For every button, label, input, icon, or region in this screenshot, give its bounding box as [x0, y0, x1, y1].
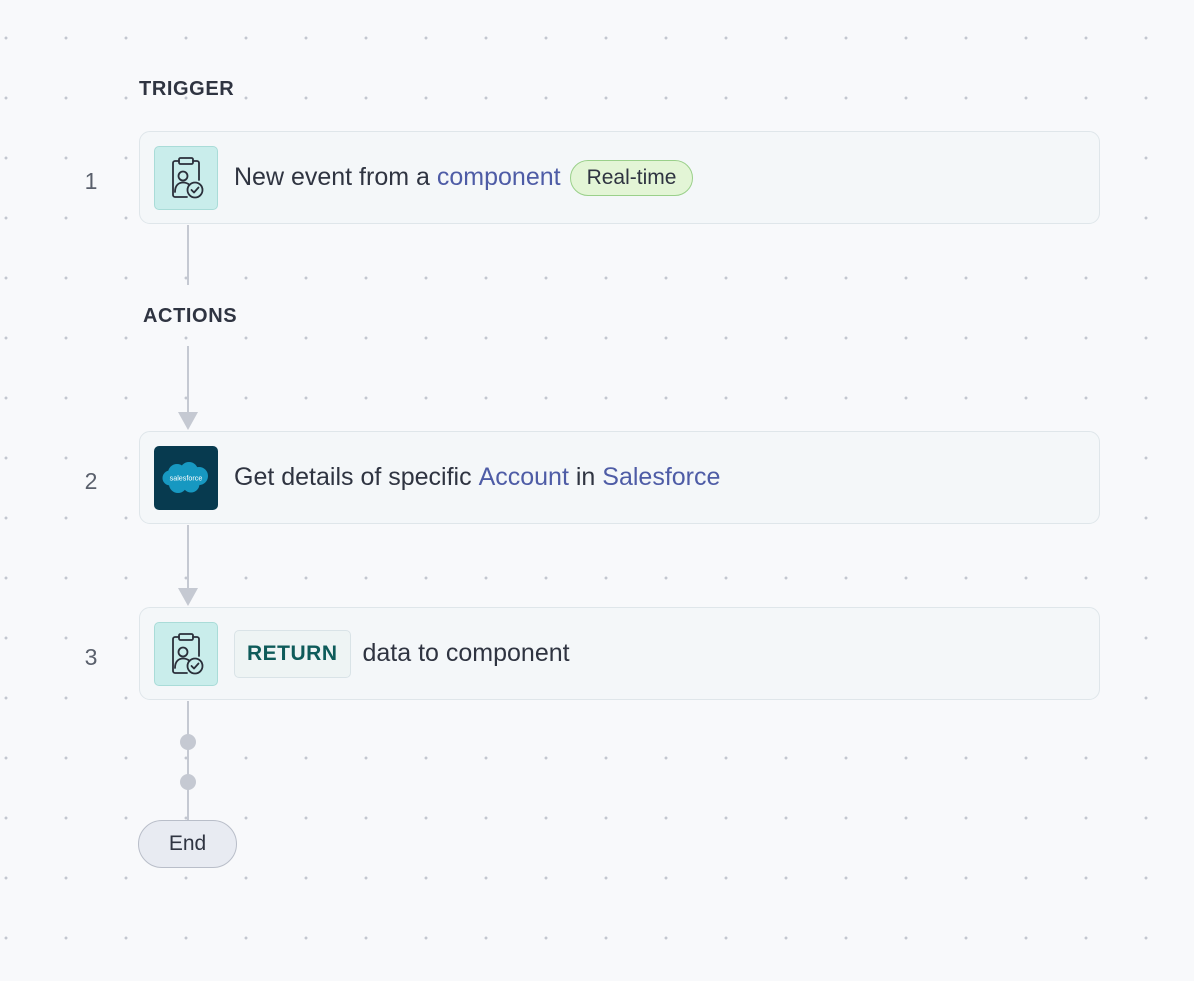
connector-arrow-icon [178, 412, 198, 430]
realtime-badge: Real-time [569, 159, 694, 196]
step-text: Get details of specific [234, 463, 472, 491]
connector-line [187, 346, 189, 412]
action-step-card[interactable]: RETURN data to component [139, 607, 1100, 700]
step-description: Get details of specific Account in Sales… [234, 463, 720, 492]
step-text: in [575, 463, 596, 491]
return-tag: RETURN [234, 629, 351, 678]
component-user-check-icon [154, 621, 218, 686]
step-number: 1 [84, 168, 98, 194]
connector-line [187, 701, 189, 821]
step-description: RETURN data to component [234, 629, 570, 678]
step-description: New event from a component Real-time [234, 159, 694, 196]
add-step-handle[interactable] [180, 774, 196, 790]
step-number: 2 [84, 468, 98, 494]
step-text: New event from a [234, 163, 430, 191]
connector-arrow-icon [178, 588, 198, 606]
salesforce-link[interactable]: Salesforce [602, 463, 720, 492]
account-link[interactable]: Account [479, 463, 569, 492]
salesforce-logo-text: salesforce [170, 473, 203, 482]
component-user-check-icon [154, 145, 218, 210]
trigger-section-label: TRIGGER [139, 78, 235, 100]
actions-section-label: ACTIONS [143, 305, 238, 327]
connector-line [187, 225, 189, 285]
step-number: 3 [84, 644, 98, 670]
add-step-handle[interactable] [180, 734, 196, 750]
trigger-step-card[interactable]: New event from a component Real-time [139, 131, 1100, 224]
salesforce-logo-icon: salesforce [154, 445, 218, 510]
action-step-card[interactable]: salesforce Get details of specific Accou… [139, 431, 1100, 524]
end-node: End [138, 820, 237, 868]
connector-line [187, 525, 189, 588]
step-text: data to component [362, 639, 570, 667]
component-link[interactable]: component [437, 163, 561, 192]
